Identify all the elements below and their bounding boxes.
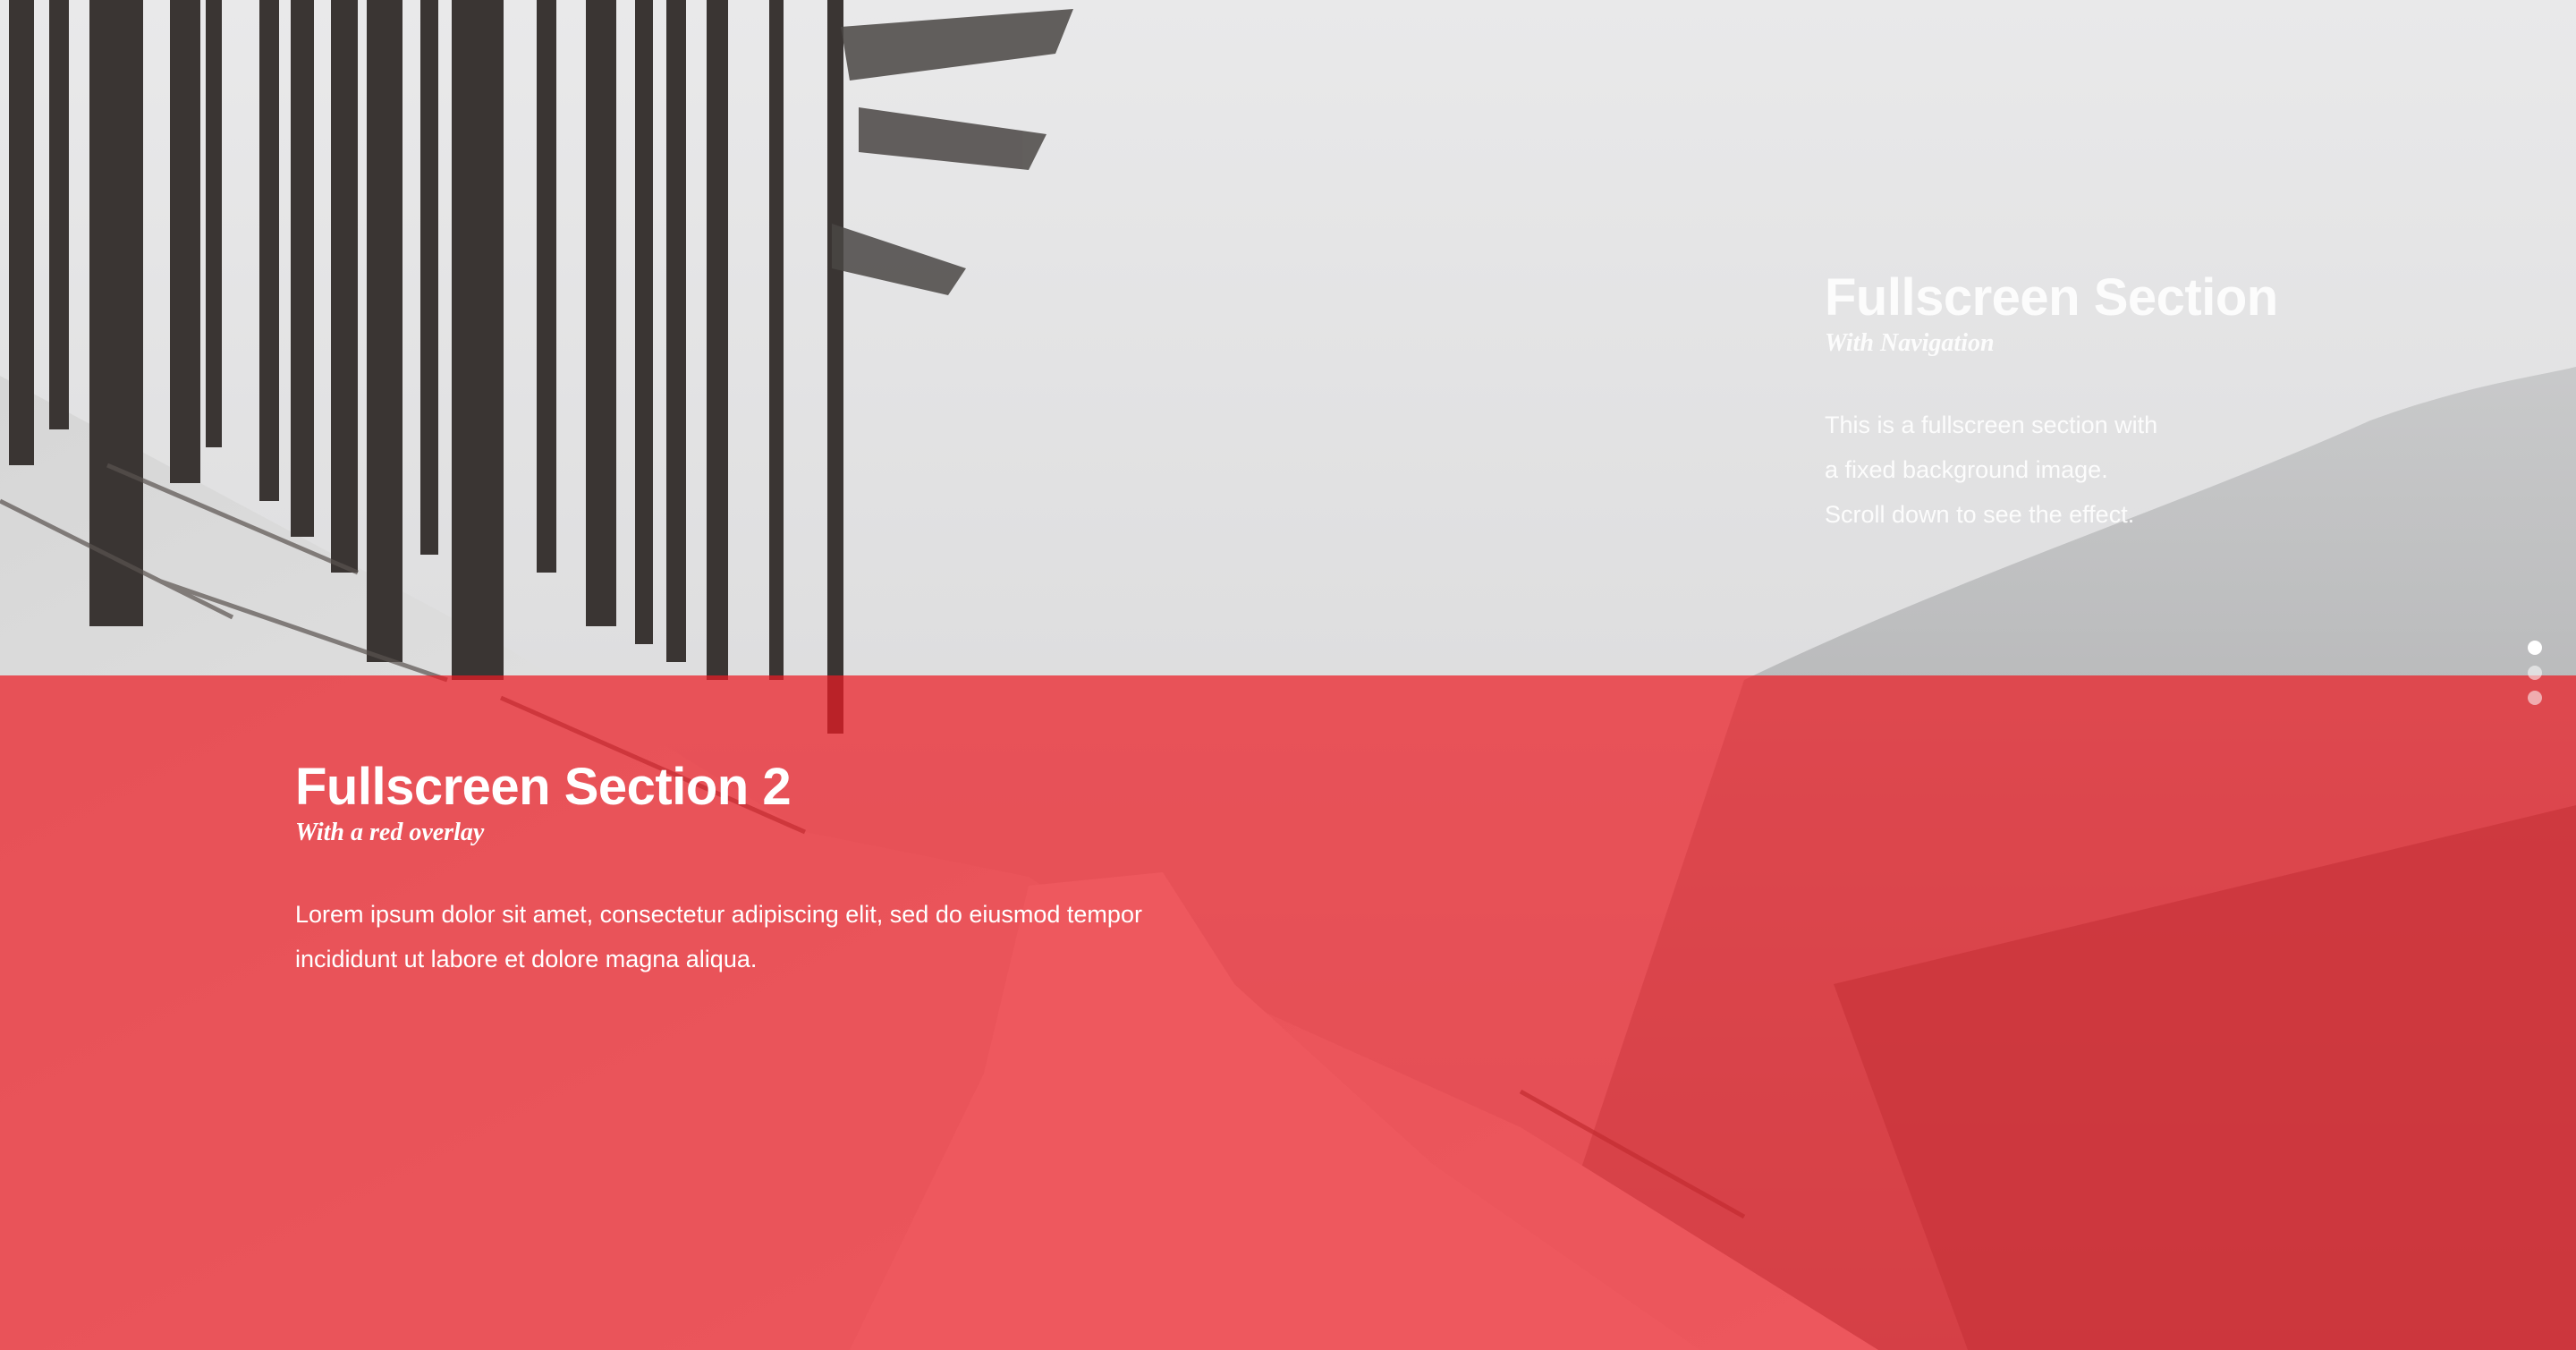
section-1-body: This is a fullscreen section with a fixe…	[1825, 403, 2451, 537]
section-1-subtitle: With Navigation	[1825, 328, 1995, 357]
section-2-body: Lorem ipsum dolor sit amet, consectetur …	[295, 892, 1279, 981]
section-2-content: Fullscreen Section 2 With a red overlay …	[295, 758, 1279, 981]
fullscreen-section-2: Fullscreen Section 2 With a red overlay …	[0, 675, 2576, 1350]
section-1-title: Fullscreen Section	[1825, 268, 2278, 327]
section-2-body-line: Lorem ipsum dolor sit amet, consectetur …	[295, 901, 1142, 929]
section-dot-navigation	[2526, 641, 2544, 716]
section-2-body-line: incididunt ut labore et dolore magna ali…	[295, 946, 758, 973]
section-2-subtitle: With a red overlay	[295, 818, 485, 846]
section-1-body-line: Scroll down to see the effect.	[1825, 501, 2135, 529]
section-2-title: Fullscreen Section 2	[295, 758, 792, 816]
fullscreen-section-1: Fullscreen Section With Navigation This …	[0, 0, 2576, 675]
page: Fullscreen Section With Navigation This …	[0, 0, 2576, 1350]
nav-dot-2[interactable]	[2528, 666, 2542, 680]
nav-dot-3[interactable]	[2528, 691, 2542, 705]
nav-dot-1[interactable]	[2528, 641, 2542, 655]
section-1-body-line: a fixed background image.	[1825, 456, 2108, 484]
section-1-content: Fullscreen Section With Navigation This …	[1825, 268, 2451, 537]
section-1-body-line: This is a fullscreen section with	[1825, 412, 2158, 439]
